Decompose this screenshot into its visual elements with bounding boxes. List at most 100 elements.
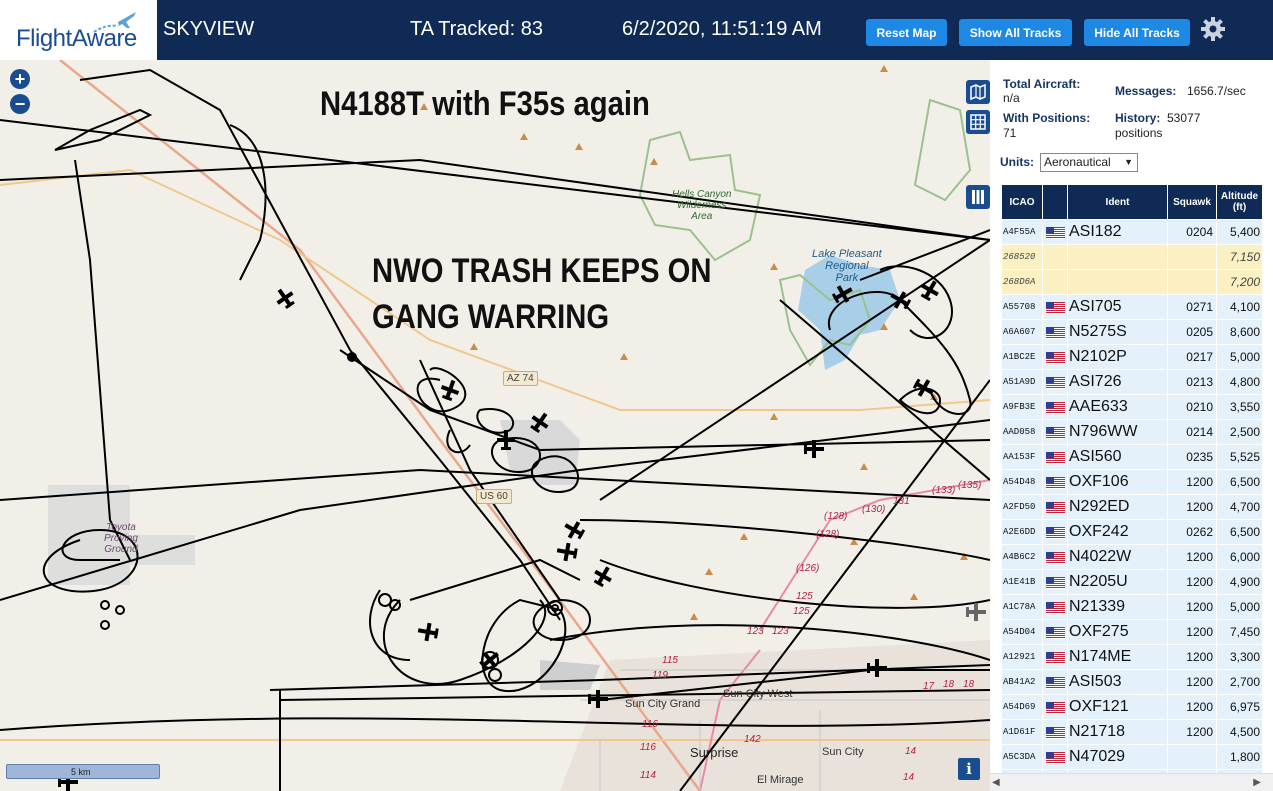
grid-toggle-button[interactable] bbox=[966, 110, 990, 134]
horizontal-scrollbar[interactable]: ◀ ▶ bbox=[990, 773, 1273, 791]
messages-value: 1656.7/sec bbox=[1187, 84, 1246, 98]
cell-flag bbox=[1043, 370, 1067, 394]
map-layers-button[interactable] bbox=[966, 80, 990, 104]
cell-ident: N21718 bbox=[1068, 720, 1167, 744]
cell-altitude: 3,300 bbox=[1217, 645, 1262, 669]
cell-ident: OXF242 bbox=[1068, 520, 1167, 544]
cell-icao: A54D48 bbox=[1002, 470, 1042, 494]
gear-icon[interactable] bbox=[1200, 16, 1226, 42]
cell-ident: ASI182 bbox=[1068, 220, 1167, 244]
table-row[interactable]: A54D69 OXF121 1200 6,975 bbox=[1002, 695, 1262, 719]
table-row[interactable]: A9FB3E AAE633 0210 3,550 bbox=[1002, 395, 1262, 419]
col-squawk[interactable]: Squawk bbox=[1168, 185, 1216, 219]
us-flag-icon bbox=[1045, 726, 1065, 739]
columns-toggle-button[interactable] bbox=[966, 185, 990, 209]
history-unit: positions bbox=[1115, 126, 1163, 140]
cell-icao: A55708 bbox=[1002, 295, 1042, 319]
cell-squawk: 1200 bbox=[1168, 545, 1216, 569]
scroll-left-icon[interactable]: ◀ bbox=[992, 777, 1000, 788]
hide-all-tracks-button[interactable]: Hide All Tracks bbox=[1084, 19, 1190, 46]
table-row[interactable]: A1C78A N21339 1200 5,000 bbox=[1002, 595, 1262, 619]
us-flag-icon bbox=[1045, 376, 1065, 389]
cell-ident: N4022W bbox=[1068, 545, 1167, 569]
flightaware-logo[interactable]: FlightAware bbox=[0, 0, 157, 60]
route-number: 14 bbox=[905, 746, 917, 757]
cell-altitude: 3,550 bbox=[1217, 395, 1262, 419]
cell-ident: N5275S bbox=[1068, 320, 1167, 344]
label-el-mirage: El Mirage bbox=[757, 774, 804, 786]
table-row[interactable]: A1D61F N21718 1200 4,500 bbox=[1002, 720, 1262, 744]
cell-flag bbox=[1043, 620, 1067, 644]
units-select[interactable]: Aeronautical ▼ bbox=[1040, 153, 1138, 172]
cell-squawk: 1200 bbox=[1168, 645, 1216, 669]
table-row[interactable]: 268520 7,150 bbox=[1002, 245, 1262, 269]
cell-squawk: 0235 bbox=[1168, 445, 1216, 469]
cell-ident: AAE633 bbox=[1068, 395, 1167, 419]
label-lake-pleasant: Lake Pleasant Regional Park bbox=[812, 248, 882, 284]
table-row[interactable]: A1BC2E N2102P 0217 5,000 bbox=[1002, 345, 1262, 369]
caret-down-icon: ▼ bbox=[1124, 157, 1133, 167]
table-row[interactable]: A2FD50 N292ED 1200 4,700 bbox=[1002, 495, 1262, 519]
col-ident[interactable]: Ident bbox=[1068, 185, 1167, 219]
cell-flag bbox=[1043, 245, 1067, 269]
table-row[interactable]: A54D48 OXF106 1200 6,500 bbox=[1002, 470, 1262, 494]
cell-icao: A6A607 bbox=[1002, 320, 1042, 344]
route-number: 123 bbox=[772, 626, 789, 637]
table-row[interactable]: 268D6A 7,200 bbox=[1002, 270, 1262, 294]
table-row[interactable]: A4F55A ASI182 0204 5,400 bbox=[1002, 220, 1262, 244]
cell-flag bbox=[1043, 745, 1067, 769]
map-view[interactable]: Hells Canyon Wilderness Area Lake Pleasa… bbox=[0, 60, 990, 791]
us-flag-icon bbox=[1045, 701, 1065, 714]
cell-icao: A2E6DD bbox=[1002, 520, 1042, 544]
cell-ident: ASI705 bbox=[1068, 295, 1167, 319]
table-row[interactable]: A5C3DA N47029 1,800 bbox=[1002, 745, 1262, 769]
cell-ident bbox=[1068, 270, 1167, 294]
col-icao[interactable]: ICAO bbox=[1002, 185, 1042, 219]
scroll-right-icon[interactable]: ▶ bbox=[1253, 777, 1261, 788]
col-altitude[interactable]: Altitude (ft) bbox=[1217, 185, 1262, 219]
cell-altitude: 4,700 bbox=[1217, 495, 1262, 519]
table-row[interactable]: A55708 ASI705 0271 4,100 bbox=[1002, 295, 1262, 319]
show-all-tracks-button[interactable]: Show All Tracks bbox=[959, 19, 1072, 46]
cell-ident: N47029 bbox=[1068, 745, 1167, 769]
cell-icao: A54D69 bbox=[1002, 695, 1042, 719]
table-row[interactable]: AAD058 N796WW 0214 2,500 bbox=[1002, 420, 1262, 444]
cell-icao: A1D61F bbox=[1002, 720, 1042, 744]
shield-us60: US 60 bbox=[476, 489, 512, 504]
table-row[interactable]: A6A607 N5275S 0205 8,600 bbox=[1002, 320, 1262, 344]
cell-icao: 268520 bbox=[1002, 245, 1042, 269]
cell-flag bbox=[1043, 720, 1067, 744]
units-value: Aeronautical bbox=[1044, 155, 1111, 169]
cell-squawk: 1200 bbox=[1168, 620, 1216, 644]
cell-ident: N21339 bbox=[1068, 595, 1167, 619]
us-flag-icon bbox=[1045, 351, 1065, 364]
zoom-out-button[interactable]: − bbox=[10, 94, 30, 114]
route-number: (126) bbox=[796, 563, 820, 574]
cell-squawk: 0205 bbox=[1168, 320, 1216, 344]
zoom-in-button[interactable]: + bbox=[10, 69, 30, 89]
table-row[interactable]: A51A9D ASI726 0213 4,800 bbox=[1002, 370, 1262, 394]
route-number: 131 bbox=[893, 496, 910, 507]
info-button[interactable]: i bbox=[958, 758, 980, 780]
table-row[interactable]: A1E41B N2205U 1200 4,900 bbox=[1002, 570, 1262, 594]
table-row[interactable]: A54D04 OXF275 1200 7,450 bbox=[1002, 620, 1262, 644]
cell-squawk bbox=[1168, 245, 1216, 269]
table-row[interactable]: AB41A2 ASI503 1200 2,700 bbox=[1002, 670, 1262, 694]
with-positions-value: 71 bbox=[1003, 126, 1017, 140]
cell-squawk: 1200 bbox=[1168, 670, 1216, 694]
cell-flag bbox=[1043, 320, 1067, 344]
reset-map-button[interactable]: Reset Map bbox=[866, 19, 947, 46]
table-row[interactable]: A4B6C2 N4022W 1200 6,000 bbox=[1002, 545, 1262, 569]
us-flag-icon bbox=[1045, 451, 1065, 464]
cell-ident: N174ME bbox=[1068, 645, 1167, 669]
annotation-line-1: NWO TRASH KEEPS ON bbox=[372, 252, 712, 290]
route-number: 119 bbox=[652, 670, 668, 681]
table-row[interactable]: A2E6DD OXF242 0262 6,500 bbox=[1002, 520, 1262, 544]
table-row[interactable]: AA153F ASI560 0235 5,525 bbox=[1002, 445, 1262, 469]
cell-icao: A4F55A bbox=[1002, 220, 1042, 244]
route-number: (133) bbox=[932, 485, 956, 496]
table-row[interactable]: A12921 N174ME 1200 3,300 bbox=[1002, 645, 1262, 669]
col-flag[interactable] bbox=[1043, 185, 1067, 219]
cell-flag bbox=[1043, 295, 1067, 319]
cell-squawk: 0262 bbox=[1168, 520, 1216, 544]
